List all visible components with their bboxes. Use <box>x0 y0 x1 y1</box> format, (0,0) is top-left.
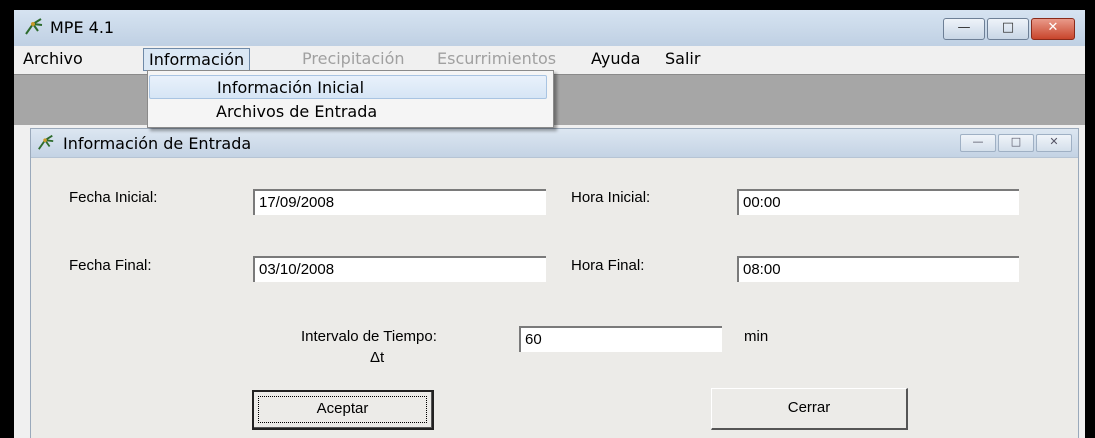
minimize-icon: — <box>957 20 971 35</box>
child-window-controls: — □ ✕ <box>960 134 1072 152</box>
child-close-button[interactable]: ✕ <box>1036 134 1072 152</box>
child-maximize-button[interactable]: □ <box>998 134 1034 152</box>
close-icon: ✕ <box>1049 135 1059 148</box>
menu-informacion[interactable]: Información <box>143 48 251 71</box>
menu-escurrimientos[interactable]: Escurrimientos <box>432 48 561 69</box>
minimize-icon: — <box>972 135 984 148</box>
intervalo-unit-label: min <box>744 328 769 345</box>
app-icon <box>25 18 43 35</box>
window-controls: — □ ✕ <box>943 18 1075 40</box>
cerrar-button-label: Cerrar <box>787 399 831 416</box>
hora-inicial-label: Hora Inicial: <box>571 189 651 206</box>
close-icon: ✕ <box>1047 20 1059 35</box>
app-icon <box>38 134 54 150</box>
window-title: MPE 4.1 <box>50 18 115 37</box>
close-button[interactable]: ✕ <box>1031 18 1075 40</box>
child-title-bar[interactable]: Información de Entrada — □ ✕ <box>31 129 1078 158</box>
informacion-dropdown: Información Inicial Archivos de Entrada <box>147 70 554 128</box>
fecha-inicial-label: Fecha Inicial: <box>69 189 158 206</box>
maximize-button[interactable]: □ <box>987 18 1029 40</box>
menu-ayuda[interactable]: Ayuda <box>586 48 645 69</box>
child-minimize-button[interactable]: — <box>960 134 996 152</box>
informacion-de-entrada-window: Información de Entrada — □ ✕ Fecha Inici… <box>30 128 1079 438</box>
hora-final-field[interactable]: 08:00 <box>737 256 1019 282</box>
cerrar-button[interactable]: Cerrar <box>711 388 908 430</box>
fecha-inicial-field[interactable]: 17/09/2008 <box>253 189 546 215</box>
menu-archivo[interactable]: Archivo <box>18 48 88 69</box>
hora-inicial-field[interactable]: 00:00 <box>737 189 1019 215</box>
focus-rectangle <box>258 396 427 423</box>
menu-item-archivos-de-entrada[interactable]: Archivos de Entrada <box>149 100 547 124</box>
aceptar-button[interactable]: Aceptar <box>252 390 434 430</box>
title-bar[interactable]: MPE 4.1 — □ ✕ <box>14 10 1085 46</box>
maximize-icon: □ <box>1001 20 1015 35</box>
menu-item-informacion-inicial[interactable]: Información Inicial <box>149 75 547 99</box>
menu-salir[interactable]: Salir <box>660 48 705 69</box>
intervalo-field[interactable]: 60 <box>519 326 722 352</box>
child-window-title: Información de Entrada <box>63 134 252 153</box>
fecha-final-label: Fecha Final: <box>69 257 152 274</box>
maximize-icon: □ <box>1010 135 1022 148</box>
menu-precipitacion[interactable]: Precipitación <box>297 48 410 69</box>
main-window: MPE 4.1 — □ ✕ Archivo Información Precip… <box>14 10 1085 438</box>
intervalo-delta-label: Δt <box>370 349 385 366</box>
hora-final-label: Hora Final: <box>571 257 645 274</box>
fecha-final-field[interactable]: 03/10/2008 <box>253 256 546 282</box>
minimize-button[interactable]: — <box>943 18 985 40</box>
intervalo-label: Intervalo de Tiempo: <box>301 328 437 345</box>
